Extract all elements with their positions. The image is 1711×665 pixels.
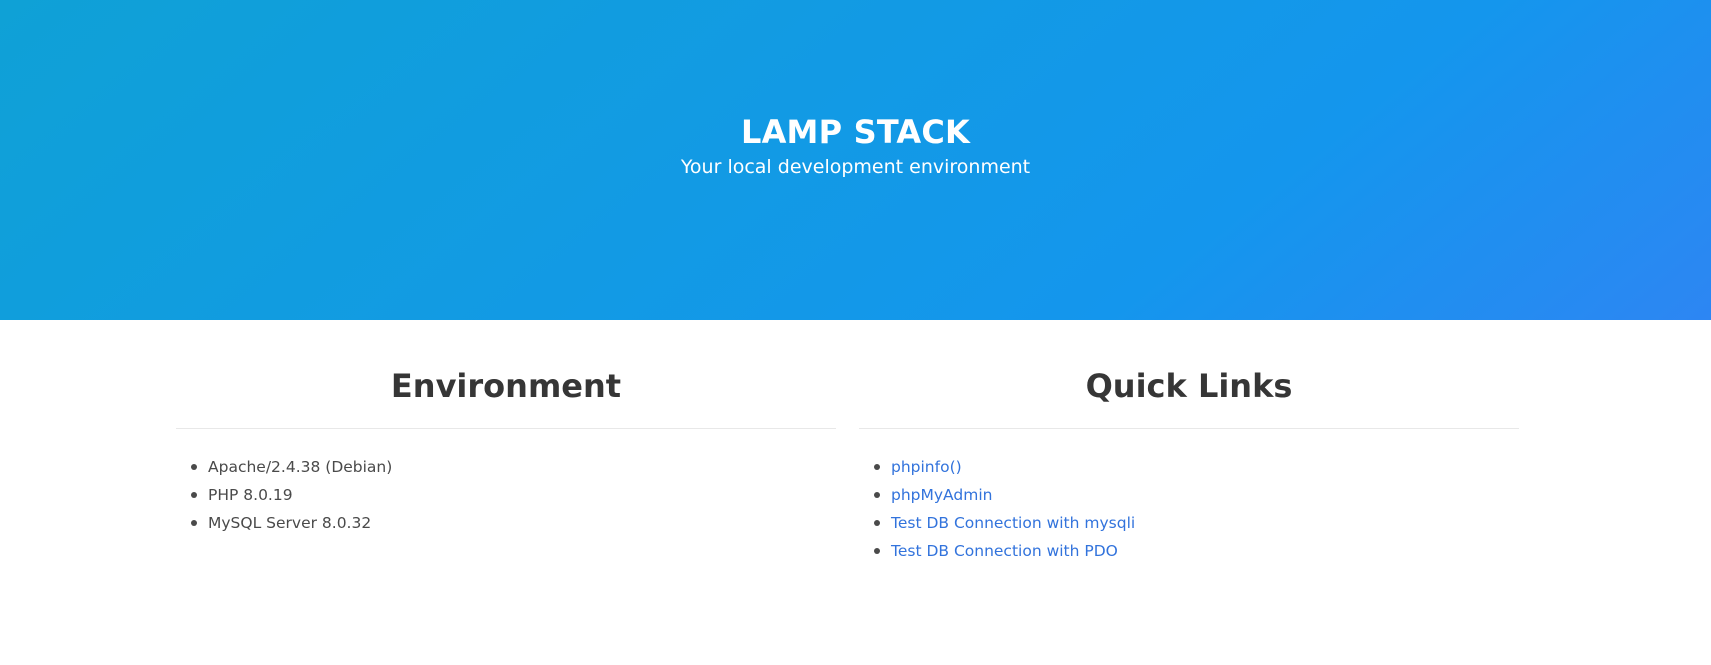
content-columns: Environment Apache/2.4.38 (Debian) PHP 8… xyxy=(176,320,1519,565)
list-item: phpinfo() xyxy=(874,453,1519,481)
quick-links-column: Quick Links phpinfo() phpMyAdmin Test DB… xyxy=(859,320,1519,565)
bullet-icon xyxy=(874,548,880,554)
phpinfo-link[interactable]: phpinfo() xyxy=(891,458,962,476)
environment-list: Apache/2.4.38 (Debian) PHP 8.0.19 MySQL … xyxy=(176,453,836,537)
quick-links-divider xyxy=(859,428,1519,429)
bullet-icon xyxy=(191,492,197,498)
environment-item-mysql: MySQL Server 8.0.32 xyxy=(208,514,372,532)
list-item: Test DB Connection with PDO xyxy=(874,537,1519,565)
hero-banner: LAMP STACK Your local development enviro… xyxy=(0,0,1711,320)
bullet-icon xyxy=(874,520,880,526)
hero-content: LAMP STACK Your local development enviro… xyxy=(0,112,1711,180)
environment-item-php: PHP 8.0.19 xyxy=(208,486,293,504)
phpmyadmin-link[interactable]: phpMyAdmin xyxy=(891,486,992,504)
environment-column: Environment Apache/2.4.38 (Debian) PHP 8… xyxy=(176,320,836,565)
test-mysqli-link[interactable]: Test DB Connection with mysqli xyxy=(891,514,1135,532)
list-item: PHP 8.0.19 xyxy=(191,481,836,509)
bullet-icon xyxy=(191,464,197,470)
bullet-icon xyxy=(874,464,880,470)
quick-links-list: phpinfo() phpMyAdmin Test DB Connection … xyxy=(859,453,1519,565)
quick-links-title: Quick Links xyxy=(1085,367,1293,405)
list-item: Apache/2.4.38 (Debian) xyxy=(191,453,836,481)
hero-subtitle: Your local development environment xyxy=(680,156,1031,178)
environment-title: Environment xyxy=(390,367,622,405)
list-item: MySQL Server 8.0.32 xyxy=(191,509,836,537)
environment-item-apache: Apache/2.4.38 (Debian) xyxy=(208,458,393,476)
list-item: phpMyAdmin xyxy=(874,481,1519,509)
environment-divider xyxy=(176,428,836,429)
test-pdo-link[interactable]: Test DB Connection with PDO xyxy=(891,542,1118,560)
hero-title: LAMP STACK xyxy=(740,113,971,151)
list-item: Test DB Connection with mysqli xyxy=(874,509,1519,537)
bullet-icon xyxy=(874,492,880,498)
bullet-icon xyxy=(191,520,197,526)
